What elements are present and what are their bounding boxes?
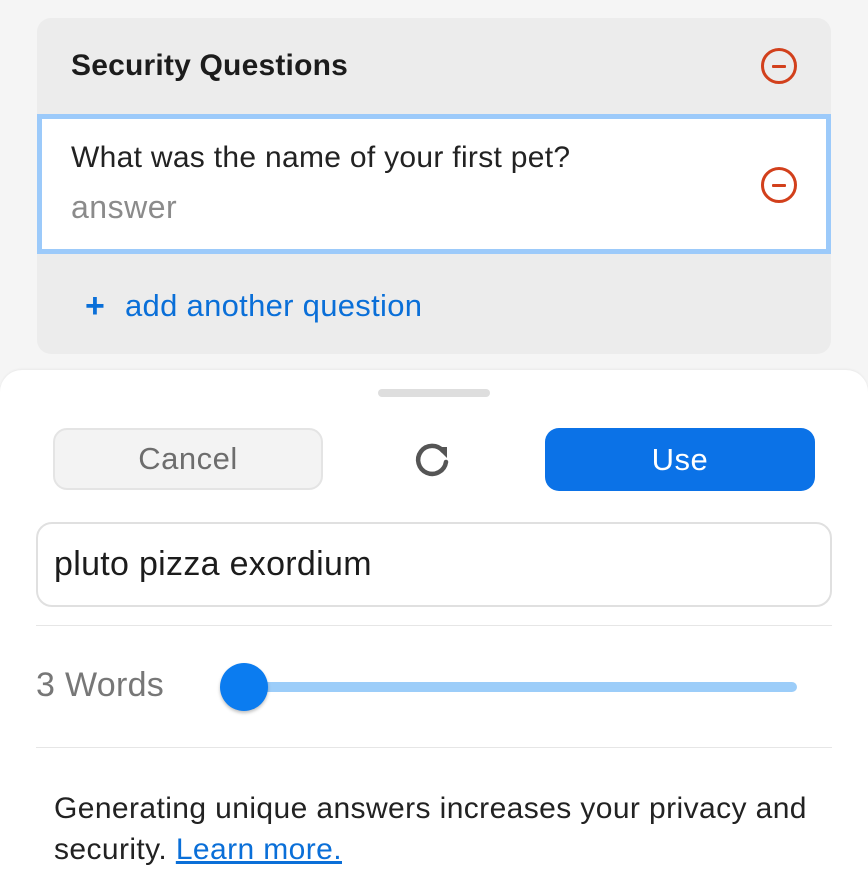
answer-generator-sheet: Cancel Use pluto pizza exordium 3 Words … — [0, 370, 868, 889]
security-questions-header: Security Questions — [37, 18, 831, 114]
section-title: Security Questions — [71, 49, 349, 82]
remove-section-icon[interactable] — [761, 48, 797, 84]
remove-question-icon[interactable] — [761, 167, 797, 203]
question-text: What was the name of your first pet? — [71, 141, 571, 174]
learn-more-link[interactable]: Learn more. — [176, 833, 342, 866]
page: Security Questions What was the name of … — [0, 0, 868, 889]
info-text: Generating unique answers increases your… — [54, 788, 834, 870]
slider-track[interactable] — [240, 682, 797, 692]
info-message: Generating unique answers increases your… — [54, 792, 807, 866]
refresh-icon[interactable] — [410, 438, 454, 482]
divider — [36, 747, 832, 748]
divider — [36, 625, 832, 626]
plus-icon: + — [85, 287, 105, 325]
question-row[interactable]: What was the name of your first pet? ans… — [37, 114, 831, 254]
security-questions-card: Security Questions What was the name of … — [37, 18, 831, 354]
slider-thumb[interactable] — [220, 663, 268, 711]
add-question-label: add another question — [125, 288, 423, 323]
add-question-button[interactable]: + add another question — [85, 284, 422, 328]
generated-answer-field[interactable]: pluto pizza exordium — [36, 522, 832, 607]
word-count-label: 3 Words — [36, 666, 165, 704]
cancel-button[interactable]: Cancel — [53, 428, 323, 490]
sheet-grabber[interactable] — [378, 389, 490, 397]
answer-field[interactable]: answer — [71, 189, 177, 226]
use-button[interactable]: Use — [545, 428, 815, 491]
word-count-slider[interactable] — [220, 663, 800, 711]
